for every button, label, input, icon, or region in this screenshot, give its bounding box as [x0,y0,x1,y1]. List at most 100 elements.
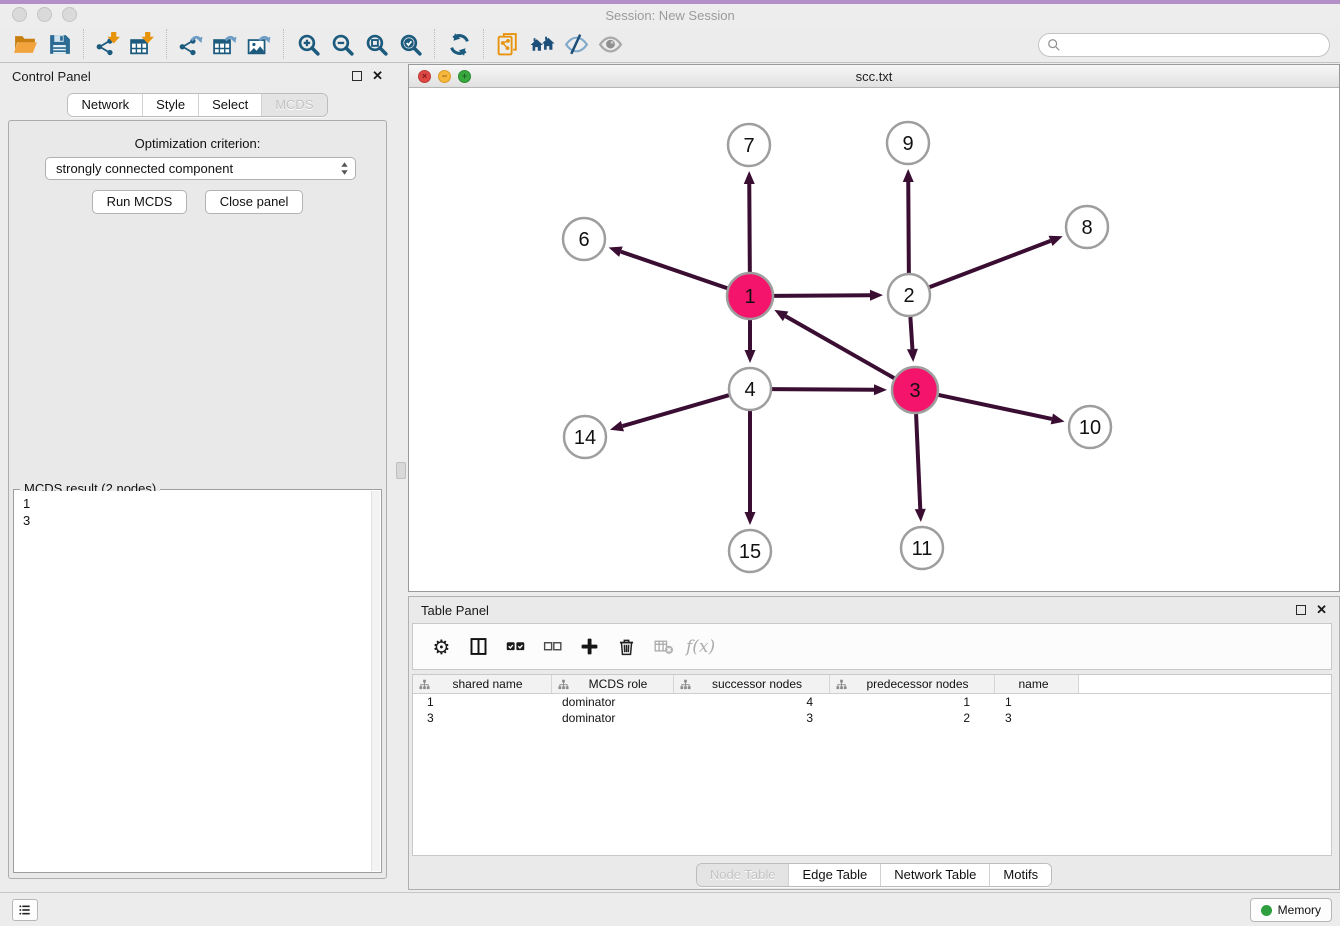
search-field[interactable] [1038,33,1330,57]
edge-4-14[interactable] [622,395,728,426]
export-network-button[interactable] [174,28,208,60]
node-label-14: 14 [574,427,596,449]
column-visibility-button[interactable] [460,629,497,665]
result-scrollbar[interactable] [371,491,380,871]
tab-mcds[interactable]: MCDS [261,94,326,116]
first-neighbors-button[interactable] [491,28,525,60]
edge-3-1[interactable] [786,316,895,378]
run-mcds-button[interactable]: Run MCDS [92,190,188,214]
tab-network[interactable]: Network [68,94,142,116]
node-label-7: 7 [743,135,754,157]
memory-button[interactable]: Memory [1250,898,1332,922]
import-network-icon [96,32,121,57]
cell-name[interactable]: 3 [995,711,1079,725]
import-network-button[interactable] [91,28,125,60]
search-input[interactable] [1066,38,1321,52]
export-table-button[interactable] [208,28,242,60]
cell-shared-name[interactable]: 1 [413,695,552,709]
import-table-button[interactable] [125,28,159,60]
cell-name[interactable]: 1 [995,695,1079,709]
export-image-button[interactable] [242,28,276,60]
tab-network-table[interactable]: Network Table [880,864,989,886]
close-table-panel-icon[interactable]: ✕ [1316,602,1327,618]
column-header-successor-nodes[interactable]: successor nodes [674,675,830,693]
column-header-name[interactable]: name [995,675,1079,693]
toolbar-separator [83,29,84,59]
table-panel: Table Panel ✕ ⚙f(x) shared nameMCDS role… [408,596,1340,890]
tab-motifs[interactable]: Motifs [989,864,1051,886]
edge-2-9[interactable] [908,182,909,273]
delete-column-button[interactable] [608,629,645,665]
hide-selected-button[interactable] [559,28,593,60]
toolbar-separator [483,29,484,59]
criterion-dropdown[interactable]: strongly connected component [45,157,356,180]
column-header-predecessor-nodes[interactable]: predecessor nodes [830,675,995,693]
gear-icon: ⚙ [433,637,451,657]
control-panel: Control Panel ✕ NetworkStyleSelectMCDS O… [0,63,395,892]
cell-successor-nodes[interactable]: 3 [674,711,830,725]
cell-shared-name[interactable]: 3 [413,711,552,725]
edge-arrowhead-1-2 [870,290,883,301]
cell-predecessor-nodes[interactable]: 2 [830,711,995,725]
edge-1-6[interactable] [621,252,727,289]
table-row-1[interactable]: 1dominator411 [413,694,1331,710]
edge-arrowhead-4-14 [610,421,624,432]
edge-3-10[interactable] [938,395,1051,419]
mcds-result-list[interactable]: 13 [15,491,380,871]
network-overview-button[interactable] [525,28,559,60]
column-header-MCDS-role[interactable]: MCDS role [552,675,674,693]
cell-successor-nodes[interactable]: 4 [674,695,830,709]
tab-style[interactable]: Style [142,94,198,116]
open-session-button[interactable] [8,28,42,60]
tab-edge-table[interactable]: Edge Table [788,864,880,886]
optimization-criterion-label: Optimization criterion: [9,136,386,151]
edge-1-7[interactable] [749,184,750,272]
zoom-fit-icon [364,32,389,57]
zoom-fit-button[interactable] [359,28,393,60]
network-window-titlebar[interactable]: × − + scc.txt [409,65,1339,88]
open-session-icon [13,32,38,57]
control-panel-title: Control Panel [12,69,91,84]
node-label-4: 4 [744,379,755,401]
zoom-selected-icon [398,32,423,57]
export-image-icon [247,32,272,57]
add-column-button[interactable] [571,629,608,665]
cell-MCDS-role[interactable]: dominator [552,695,674,709]
tab-select[interactable]: Select [198,94,261,116]
edge-3-11[interactable] [916,414,920,509]
refresh-layout-button[interactable] [442,28,476,60]
table-row-2[interactable]: 3dominator323 [413,710,1331,726]
zoom-out-button[interactable] [325,28,359,60]
zoom-in-button[interactable] [291,28,325,60]
float-table-panel-icon[interactable] [1296,605,1306,615]
deselect-all-rows-button[interactable] [534,629,571,665]
edge-1-2[interactable] [774,295,870,296]
node-label-9: 9 [902,133,913,155]
node-label-15: 15 [739,541,761,563]
settings-gear-button[interactable]: ⚙ [423,629,460,665]
network-graph[interactable]: 1234678910111415 [409,88,1339,591]
tab-node-table[interactable]: Node Table [697,864,789,886]
session-title: Session: New Session [0,8,1340,23]
show-all-icon [598,32,623,57]
select-all-rows-button[interactable] [497,629,534,665]
edge-2-8[interactable] [930,241,1051,287]
cell-MCDS-role[interactable]: dominator [552,711,674,725]
show-task-history-button[interactable] [12,899,38,921]
float-panel-icon[interactable] [352,71,362,81]
close-panel-icon[interactable]: ✕ [372,68,383,84]
close-panel-button[interactable]: Close panel [205,190,304,214]
zoom-selected-button[interactable] [393,28,427,60]
column-header-shared-name[interactable]: shared name [413,675,552,693]
panel-splitter-handle[interactable] [396,462,406,479]
mcds-result-item[interactable]: 1 [23,495,380,512]
cell-predecessor-nodes[interactable]: 1 [830,695,995,709]
edge-2-3[interactable] [910,317,912,349]
network-canvas[interactable]: 1234678910111415 [409,88,1339,591]
mcds-result-item[interactable]: 3 [23,512,380,529]
hide-selected-icon [564,32,589,57]
toolbar-separator [166,29,167,59]
edge-4-3[interactable] [772,389,874,390]
save-session-button[interactable] [42,28,76,60]
node-table-header: shared nameMCDS rolesuccessor nodesprede… [413,675,1331,694]
